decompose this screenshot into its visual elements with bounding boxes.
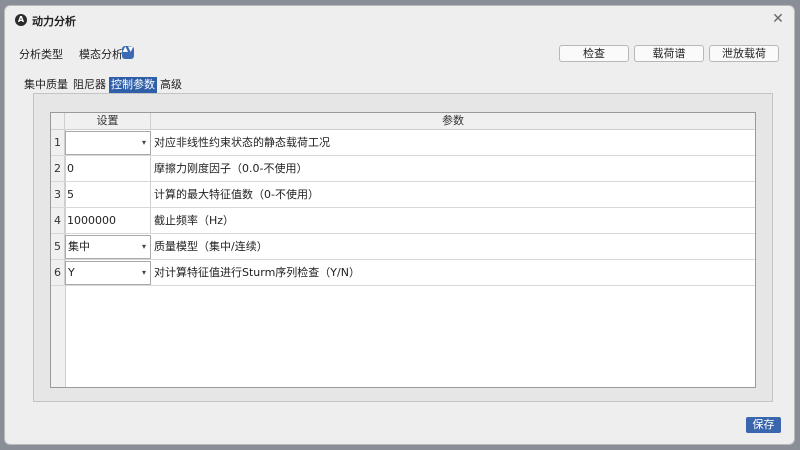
setting-cell[interactable]: 5 xyxy=(65,182,151,207)
row-number[interactable]: 3 xyxy=(51,182,65,207)
title-bar: A 动力分析 ✕ xyxy=(5,6,794,34)
release-load-button[interactable]: 泄放载荷 xyxy=(709,45,779,62)
table-row: 2 0 摩擦力刚度因子（0.0-不使用） xyxy=(51,156,755,182)
table-row: 5 集中 ▾ 质量模型（集中/连续） xyxy=(51,234,755,260)
param-description: 对应非线性约束状态的静态载荷工况 xyxy=(154,136,330,149)
dynamic-analysis-dialog: A 动力分析 ✕ 分析类型 模态分析 ▲▼ 检查 载荷谱 泄放载荷 集中质量 阻尼… xyxy=(4,5,795,445)
tab-1[interactable]: 阻尼器 xyxy=(71,77,108,93)
tab-3[interactable]: 高级 xyxy=(158,77,184,93)
row-number[interactable]: 5 xyxy=(51,234,65,259)
check-button[interactable]: 检查 xyxy=(559,45,629,62)
analysis-type-select[interactable]: 模态分析 xyxy=(79,46,123,62)
chevron-down-icon[interactable]: ▾ xyxy=(142,132,146,154)
row-number[interactable]: 2 xyxy=(51,156,65,181)
app-logo-icon: A xyxy=(15,14,27,26)
tab-2[interactable]: 控制参数 xyxy=(109,77,157,93)
params-grid: 设置 参数 1 ▾ 对应非线性约束状态的静态载荷工况 2 0 摩擦力刚度因子（0.0-不使… xyxy=(50,112,756,388)
param-description: 对计算特征值进行Sturm序列检查（Y/N） xyxy=(154,266,360,279)
analysis-type-label: 分析类型 xyxy=(19,48,63,61)
updown-spin-glyph: ▲▼ xyxy=(122,45,134,53)
setting-dropdown[interactable]: Y ▾ xyxy=(65,261,151,285)
control-params-panel: 设置 参数 1 ▾ 对应非线性约束状态的静态载荷工况 2 0 摩擦力刚度因子（0.0-不使… xyxy=(33,93,773,402)
chevron-down-icon[interactable]: ▾ xyxy=(142,262,146,284)
setting-cell[interactable]: 1000000 xyxy=(65,208,151,233)
load-spectrum-button[interactable]: 载荷谱 xyxy=(634,45,704,62)
setting-value: 0 xyxy=(67,162,74,175)
row-number[interactable]: 6 xyxy=(51,260,65,285)
setting-cell[interactable]: 0 xyxy=(65,156,151,181)
param-description: 截止频率（Hz） xyxy=(154,214,235,227)
tab-bar: 集中质量 阻尼器 控制参数 高级 xyxy=(22,77,185,93)
save-button[interactable]: 保存 xyxy=(746,417,781,433)
param-description: 摩擦力刚度因子（0.0-不使用） xyxy=(154,162,308,175)
param-column-header[interactable]: 参数 xyxy=(151,113,755,130)
table-row: 1 ▾ 对应非线性约束状态的静态载荷工况 xyxy=(51,130,755,156)
setting-dropdown[interactable]: ▾ xyxy=(65,131,151,155)
chevron-down-icon[interactable]: ▾ xyxy=(142,236,146,258)
row-number[interactable]: 4 xyxy=(51,208,65,233)
setting-value: 1000000 xyxy=(67,214,116,227)
setting-value: 5 xyxy=(67,188,74,201)
close-icon[interactable]: ✕ xyxy=(771,12,785,26)
table-row: 4 1000000 截止频率（Hz） xyxy=(51,208,755,234)
setting-dropdown[interactable]: 集中 ▾ xyxy=(65,235,151,259)
updown-spin-icon[interactable]: ▲▼ xyxy=(122,46,134,59)
row-number[interactable]: 1 xyxy=(51,130,65,155)
setting-value: 集中 xyxy=(68,240,90,253)
setting-column-header[interactable]: 设置 xyxy=(65,113,151,130)
param-description: 质量模型（集中/连续） xyxy=(154,240,268,253)
table-row: 6 Y ▾ 对计算特征值进行Sturm序列检查（Y/N） xyxy=(51,260,755,286)
corner-header xyxy=(51,113,65,130)
window-title: 动力分析 xyxy=(32,15,76,28)
table-row: 3 5 计算的最大特征值数（0-不使用） xyxy=(51,182,755,208)
param-description: 计算的最大特征值数（0-不使用） xyxy=(154,188,319,201)
tab-0[interactable]: 集中质量 xyxy=(22,77,70,93)
setting-value: Y xyxy=(68,266,75,279)
